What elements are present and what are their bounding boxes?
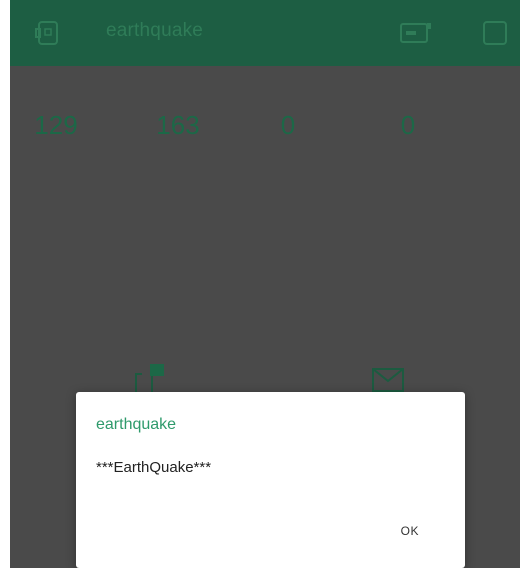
value-display-1: 129 [34,110,78,140]
device-icon[interactable] [34,19,62,52]
square-icon[interactable] [482,20,508,51]
value-display-4: 0 [400,110,416,140]
dialog-message: ***EarthQuake*** [96,459,212,476]
app-title: earthquake [106,20,204,41]
value-display-2: 163 [156,110,200,140]
value-display-row: 129 163 0 0 [10,110,520,150]
alert-dialog: earthquake ***EarthQuake*** OK [76,392,465,568]
app-header: earthquake [10,0,520,66]
dialog-title: earthquake [96,416,177,433]
ok-button[interactable]: OK [397,520,423,542]
value-display-3: 0 [280,110,296,140]
battery-icon[interactable] [400,22,432,49]
